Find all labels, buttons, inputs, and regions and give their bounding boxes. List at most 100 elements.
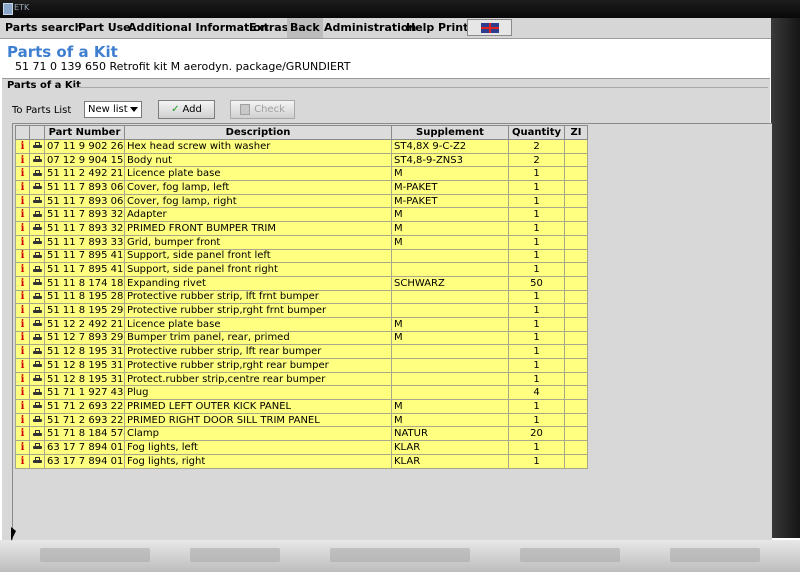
add-button[interactable]: ✓ Add xyxy=(158,100,215,119)
info-icon[interactable]: i xyxy=(15,248,30,264)
table-row[interactable]: i 51 71 2 693 226 PRIMED RIGHT DOOR SILL T… xyxy=(15,412,588,428)
column-header-supplement[interactable]: Supplement xyxy=(391,125,509,140)
info-icon[interactable]: i xyxy=(15,262,30,277)
car-icon[interactable] xyxy=(29,371,45,387)
car-icon[interactable] xyxy=(29,207,45,223)
menu-print[interactable]: Print xyxy=(435,18,471,38)
car-icon[interactable] xyxy=(29,316,45,332)
table-row[interactable]: i 51 12 7 893 298 Bumper trim panel, rear,… xyxy=(15,330,588,346)
car-icon[interactable] xyxy=(29,180,45,195)
table-row[interactable]: i 51 11 7 895 415 Support, side panel fron… xyxy=(15,248,588,264)
table-row[interactable]: i 51 71 8 184 574 Clamp NATUR 20 xyxy=(15,426,588,442)
car-icon[interactable] xyxy=(29,248,45,264)
table-row[interactable]: i 63 17 7 894 018 Fog lights, right KLAR 1 xyxy=(15,453,588,469)
info-icon[interactable]: i xyxy=(15,152,30,168)
car-icon[interactable] xyxy=(29,193,45,209)
car-icon[interactable] xyxy=(29,234,45,250)
info-icon[interactable]: i xyxy=(15,344,30,359)
column-header-info[interactable] xyxy=(15,125,30,140)
info-icon[interactable]: i xyxy=(15,385,30,401)
table-row[interactable]: i 63 17 7 894 017 Fog lights, left KLAR 1 xyxy=(15,440,588,455)
info-icon[interactable]: i xyxy=(15,330,30,346)
table-row[interactable]: i 51 11 7 893 331 Grid, bumper front M 1 xyxy=(15,234,588,250)
table-row[interactable]: i 51 11 7 893 328 PRIMED FRONT BUMPER TRIM… xyxy=(15,221,588,236)
part-number-cell: 51 11 7 893 068 xyxy=(44,193,125,209)
car-icon[interactable] xyxy=(29,152,45,168)
info-icon[interactable]: i xyxy=(15,358,30,373)
column-header-description[interactable]: Description xyxy=(124,125,392,140)
table-row[interactable]: i 51 11 8 195 289 Protective rubber strip,… xyxy=(15,289,588,305)
info-icon[interactable]: i xyxy=(15,180,30,195)
info-icon[interactable]: i xyxy=(15,289,30,305)
table-row[interactable]: i 51 11 8 195 290 Protective rubber strip,… xyxy=(15,303,588,318)
table-row[interactable]: i 51 11 7 895 416 Support, side panel fron… xyxy=(15,262,588,277)
check-button[interactable]: Check xyxy=(230,100,295,119)
quantity-cell: 1 xyxy=(508,234,565,250)
menu-extras[interactable]: Extras xyxy=(246,18,291,38)
car-icon[interactable] xyxy=(29,262,45,277)
quantity-cell: 1 xyxy=(508,262,565,277)
info-icon[interactable]: i xyxy=(15,440,30,455)
car-icon[interactable] xyxy=(29,303,45,318)
description-cell: Adapter xyxy=(124,207,392,223)
table-row[interactable]: i 51 12 8 195 315 Protective rubber strip,… xyxy=(15,344,588,359)
car-icon[interactable] xyxy=(29,139,45,154)
car-icon[interactable] xyxy=(29,399,45,414)
car-icon xyxy=(32,320,42,327)
column-header-zi[interactable]: ZI xyxy=(564,125,588,140)
zi-cell xyxy=(564,166,588,182)
column-header-part-number[interactable]: Part Number xyxy=(44,125,125,140)
info-icon[interactable]: i xyxy=(15,193,30,209)
table-row[interactable]: i 51 11 2 492 210 Licence plate base M 1 xyxy=(15,166,588,182)
info-icon[interactable]: i xyxy=(15,234,30,250)
car-icon[interactable] xyxy=(29,166,45,182)
car-icon xyxy=(32,224,42,231)
table-row[interactable]: i 51 71 2 693 225 PRIMED LEFT OUTER KICK P… xyxy=(15,399,588,414)
car-icon xyxy=(32,429,42,437)
table-row[interactable]: i 51 11 7 893 324 Adapter M 1 xyxy=(15,207,588,223)
car-icon[interactable] xyxy=(29,344,45,359)
info-icon[interactable]: i xyxy=(15,139,30,154)
table-row[interactable]: i 51 12 2 492 219 Licence plate base M 1 xyxy=(15,316,588,332)
description-cell: Hex head screw with washer xyxy=(124,139,392,154)
car-icon[interactable] xyxy=(29,440,45,455)
car-icon[interactable] xyxy=(29,330,45,346)
menu-parts-search[interactable]: Parts search xyxy=(2,18,85,38)
info-icon[interactable]: i xyxy=(15,275,30,291)
column-header-quantity[interactable]: Quantity xyxy=(508,125,565,140)
info-icon[interactable]: i xyxy=(15,453,30,469)
info-icon[interactable]: i xyxy=(15,207,30,223)
table-row[interactable]: i 51 11 8 174 185 Expanding rivet SCHWARZ 50 xyxy=(15,275,588,291)
info-icon[interactable]: i xyxy=(15,221,30,236)
table-row[interactable]: i 51 11 7 893 067 Cover, fog lamp, left M-P… xyxy=(15,180,588,195)
table-row[interactable]: i 07 12 9 904 150 Body nut ST4,8-9-ZNS3 2 xyxy=(15,152,588,168)
table-row[interactable]: i 51 71 1 927 439 Plug 4 xyxy=(15,385,588,401)
info-icon[interactable]: i xyxy=(15,399,30,414)
table-row[interactable]: i 07 11 9 902 267 Hex head screw with wash… xyxy=(15,139,588,154)
part-number-cell: 07 12 9 904 150 xyxy=(44,152,125,168)
car-icon[interactable] xyxy=(29,453,45,469)
car-icon[interactable] xyxy=(29,275,45,291)
language-button[interactable] xyxy=(467,19,512,36)
description-cell: Licence plate base xyxy=(124,166,392,182)
car-icon[interactable] xyxy=(29,289,45,305)
car-icon[interactable] xyxy=(29,385,45,401)
menu-help[interactable]: Help xyxy=(403,18,437,38)
table-row[interactable]: i 51 11 7 893 068 Cover, fog lamp, right M-… xyxy=(15,193,588,209)
car-icon xyxy=(32,265,42,273)
info-icon[interactable]: i xyxy=(15,412,30,428)
car-icon[interactable] xyxy=(29,412,45,428)
info-icon[interactable]: i xyxy=(15,371,30,387)
car-icon[interactable] xyxy=(29,426,45,442)
car-icon[interactable] xyxy=(29,358,45,373)
info-icon[interactable]: i xyxy=(15,426,30,442)
info-icon[interactable]: i xyxy=(15,316,30,332)
table-row[interactable]: i 51 12 8 195 317 Protect.rubber strip,cen… xyxy=(15,371,588,387)
car-icon[interactable] xyxy=(29,221,45,236)
info-icon[interactable]: i xyxy=(15,303,30,318)
column-header-model[interactable] xyxy=(29,125,45,140)
table-row[interactable]: i 51 12 8 195 316 Protective rubber strip,… xyxy=(15,358,588,373)
menu-back[interactable]: Back xyxy=(287,18,323,38)
info-icon[interactable]: i xyxy=(15,166,30,182)
parts-list-select[interactable]: New list xyxy=(84,101,142,118)
